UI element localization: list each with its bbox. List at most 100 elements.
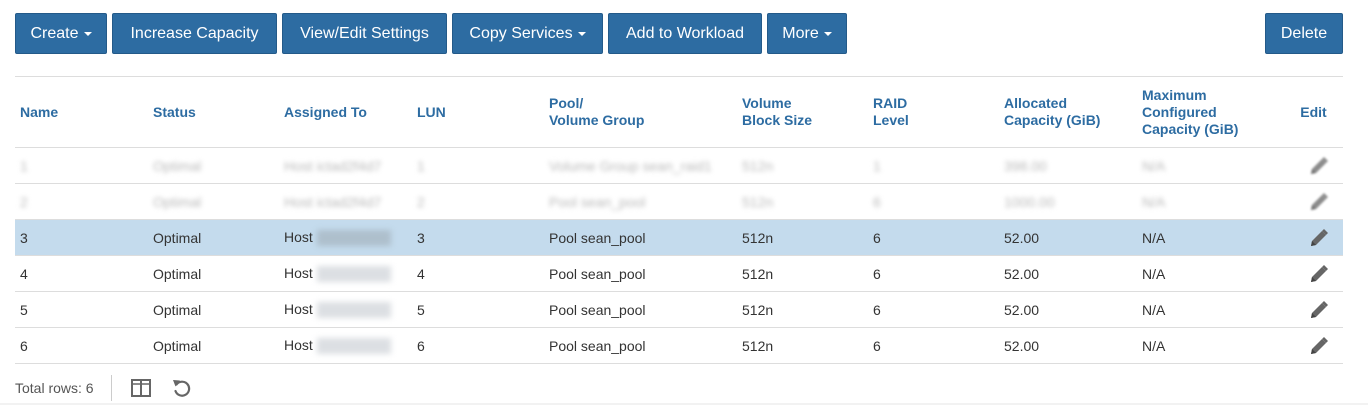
cell-status: Optimal: [148, 255, 279, 292]
column-header-lun[interactable]: LUN: [412, 77, 544, 148]
column-header-raid-level[interactable]: RAID Level: [868, 77, 999, 148]
cell-name: 3: [15, 219, 148, 256]
cell-lun: 4: [412, 255, 544, 292]
column-header-name[interactable]: Name: [15, 77, 148, 148]
cell-status: Optimal: [148, 183, 279, 220]
column-header-max-capacity[interactable]: Maximum Configured Capacity (GiB): [1137, 77, 1290, 148]
cell-lun: 2: [412, 183, 544, 220]
pencil-icon[interactable]: [1309, 156, 1329, 174]
table-header-row: Name Status Assigned To LUN Pool/Volume …: [15, 77, 1343, 148]
cell-lun: 5: [412, 291, 544, 328]
cell-pool: Pool sean_pool: [544, 183, 737, 220]
chevron-down-icon: [577, 31, 586, 36]
copy-services-button-label: Copy Services: [469, 24, 573, 42]
cell-raid: 6: [868, 327, 999, 364]
cell-allocated: 52.00: [999, 291, 1137, 328]
pencil-icon[interactable]: [1309, 192, 1329, 210]
cell-max-capacity: N/A: [1137, 327, 1290, 364]
column-header-status[interactable]: Status: [148, 77, 279, 148]
cell-raid: 6: [868, 291, 999, 328]
edit-cell: [1290, 255, 1343, 292]
cell-assigned-to: Host: [279, 255, 412, 292]
column-header-block-size[interactable]: Volume Block Size: [737, 77, 868, 148]
cell-name: 2: [15, 183, 148, 220]
chevron-down-icon: [823, 31, 832, 36]
table-row[interactable]: 5 Optimal Host 5 Pool sean_pool 512n 6 52.00 N/A: [15, 291, 1343, 328]
cell-allocated: 52.00: [999, 327, 1137, 364]
cell-block-size: 512n: [737, 291, 868, 328]
cell-block-size: 512n: [737, 219, 868, 256]
cell-allocated: 398.00: [999, 147, 1137, 184]
column-header-edit: Edit: [1290, 77, 1343, 148]
refresh-icon[interactable]: [171, 377, 193, 399]
pencil-icon[interactable]: [1309, 300, 1329, 318]
more-button[interactable]: More: [767, 13, 847, 54]
toolbar: Create Increase Capacity View/Edit Setti…: [15, 13, 1343, 54]
column-chooser-icon[interactable]: [130, 377, 152, 399]
cell-max-capacity: N/A: [1137, 219, 1290, 256]
cell-pool: Pool sean_pool: [544, 291, 737, 328]
cell-block-size: 512n: [737, 183, 868, 220]
cell-name: 4: [15, 255, 148, 292]
cell-assigned-to: Host: [279, 291, 412, 328]
cell-assigned-to: Host: [279, 219, 412, 256]
cell-lun: 3: [412, 219, 544, 256]
cell-pool: Pool sean_pool: [544, 219, 737, 256]
cell-raid: 6: [868, 255, 999, 292]
cell-allocated: 1000.00: [999, 183, 1137, 220]
add-to-workload-button[interactable]: Add to Workload: [608, 13, 762, 54]
pencil-icon[interactable]: [1309, 228, 1329, 246]
cell-allocated: 52.00: [999, 255, 1137, 292]
edit-cell: [1290, 147, 1343, 184]
table-footer: Total rows: 6: [15, 375, 212, 401]
cell-lun: 6: [412, 327, 544, 364]
edit-cell: [1290, 327, 1343, 364]
table-row[interactable]: 4 Optimal Host 4 Pool sean_pool 512n 6 52.00 N/A: [15, 255, 1343, 292]
cell-lun: 1: [412, 147, 544, 184]
cell-pool: Volume Group sean_raid1: [544, 147, 737, 184]
volumes-table: Name Status Assigned To LUN Pool/Volume …: [15, 77, 1343, 364]
edit-cell: [1290, 291, 1343, 328]
delete-button[interactable]: Delete: [1265, 13, 1343, 54]
edit-cell: [1290, 183, 1343, 220]
total-rows-label: Total rows: 6: [15, 380, 94, 396]
table-row[interactable]: 1 Optimal Host ictad2f4d7 1 Volume Group sea…: [15, 147, 1343, 184]
cell-assigned-to: Host ictad2f4d7: [279, 147, 412, 184]
cell-block-size: 512n: [737, 327, 868, 364]
more-button-label: More: [782, 24, 819, 42]
pencil-icon[interactable]: [1309, 336, 1329, 354]
cell-pool: Pool sean_pool: [544, 327, 737, 364]
cell-allocated: 52.00: [999, 219, 1137, 256]
cell-name: 1: [15, 147, 148, 184]
cell-raid: 1: [868, 147, 999, 184]
table-row[interactable]: 6 Optimal Host 6 Pool sean_pool 512n 6 52.00 N/A: [15, 327, 1343, 364]
cell-pool: Pool sean_pool: [544, 255, 737, 292]
increase-capacity-button[interactable]: Increase Capacity: [112, 13, 277, 54]
redacted-host-name: [316, 302, 391, 319]
create-button[interactable]: Create: [15, 13, 107, 54]
copy-services-button[interactable]: Copy Services: [452, 13, 603, 54]
table-row[interactable]: 2 Optimal Host ictad2f4d7 2 Pool sean_pool 51…: [15, 183, 1343, 220]
redacted-host-name: [316, 338, 391, 355]
cell-status: Optimal: [148, 327, 279, 364]
column-header-allocated-capacity[interactable]: Allocated Capacity (GiB): [999, 77, 1137, 148]
cell-name: 6: [15, 327, 148, 364]
cell-block-size: 512n: [737, 255, 868, 292]
view-edit-settings-button[interactable]: View/Edit Settings: [282, 13, 447, 54]
cell-assigned-to: Host: [279, 327, 412, 364]
cell-max-capacity: N/A: [1137, 183, 1290, 220]
edit-cell: [1290, 219, 1343, 256]
cell-raid: 6: [868, 183, 999, 220]
cell-raid: 6: [868, 219, 999, 256]
cell-status: Optimal: [148, 291, 279, 328]
cell-status: Optimal: [148, 219, 279, 256]
pencil-icon[interactable]: [1309, 264, 1329, 282]
cell-max-capacity: N/A: [1137, 255, 1290, 292]
cell-name: 5: [15, 291, 148, 328]
table-row[interactable]: 3 Optimal Host 3 Pool sean_pool 512n 6 52.00 N/A: [15, 219, 1343, 256]
cell-assigned-to: Host ictad2f4d7: [279, 183, 412, 220]
column-header-assigned-to[interactable]: Assigned To: [279, 77, 412, 148]
cell-max-capacity: N/A: [1137, 147, 1290, 184]
column-header-pool[interactable]: Pool/Volume Group: [544, 77, 737, 148]
chevron-down-icon: [83, 31, 92, 36]
